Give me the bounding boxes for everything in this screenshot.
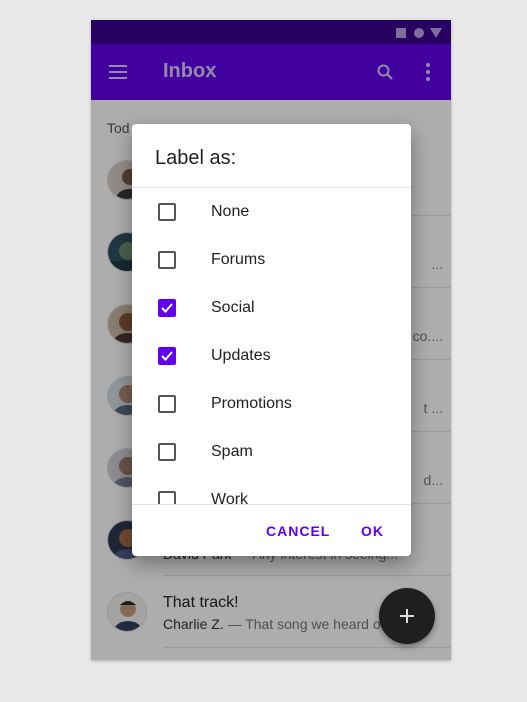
- compose-fab[interactable]: [379, 588, 435, 644]
- label-dialog: Label as: None Forums Social Updates Pro…: [132, 124, 411, 556]
- option-label: Forums: [211, 251, 266, 268]
- ok-button[interactable]: OK: [361, 523, 384, 539]
- option-label: Spam: [211, 443, 253, 460]
- checkbox[interactable]: [158, 251, 176, 269]
- option-social[interactable]: Social: [132, 284, 411, 332]
- option-label: Updates: [211, 347, 271, 364]
- option-promotions[interactable]: Promotions: [132, 380, 411, 428]
- option-spam[interactable]: Spam: [132, 428, 411, 476]
- option-updates[interactable]: Updates: [132, 332, 411, 380]
- option-label: Promotions: [211, 395, 292, 412]
- option-label: Work: [211, 491, 249, 504]
- label-options-list[interactable]: None Forums Social Updates Promotions Sp…: [132, 188, 411, 504]
- cancel-button[interactable]: CANCEL: [266, 523, 330, 539]
- checkbox[interactable]: [158, 395, 176, 413]
- checkbox[interactable]: [158, 491, 176, 504]
- checkbox-checked[interactable]: [158, 299, 176, 317]
- checkbox-checked[interactable]: [158, 347, 176, 365]
- option-label: None: [211, 203, 250, 220]
- option-work[interactable]: Work: [132, 476, 411, 504]
- divider: [132, 504, 411, 505]
- option-label: Social: [211, 299, 255, 316]
- option-forums[interactable]: Forums: [132, 236, 411, 284]
- option-none[interactable]: None: [132, 188, 411, 236]
- dialog-title: Label as:: [155, 147, 237, 169]
- checkbox[interactable]: [158, 203, 176, 221]
- checkbox[interactable]: [158, 443, 176, 461]
